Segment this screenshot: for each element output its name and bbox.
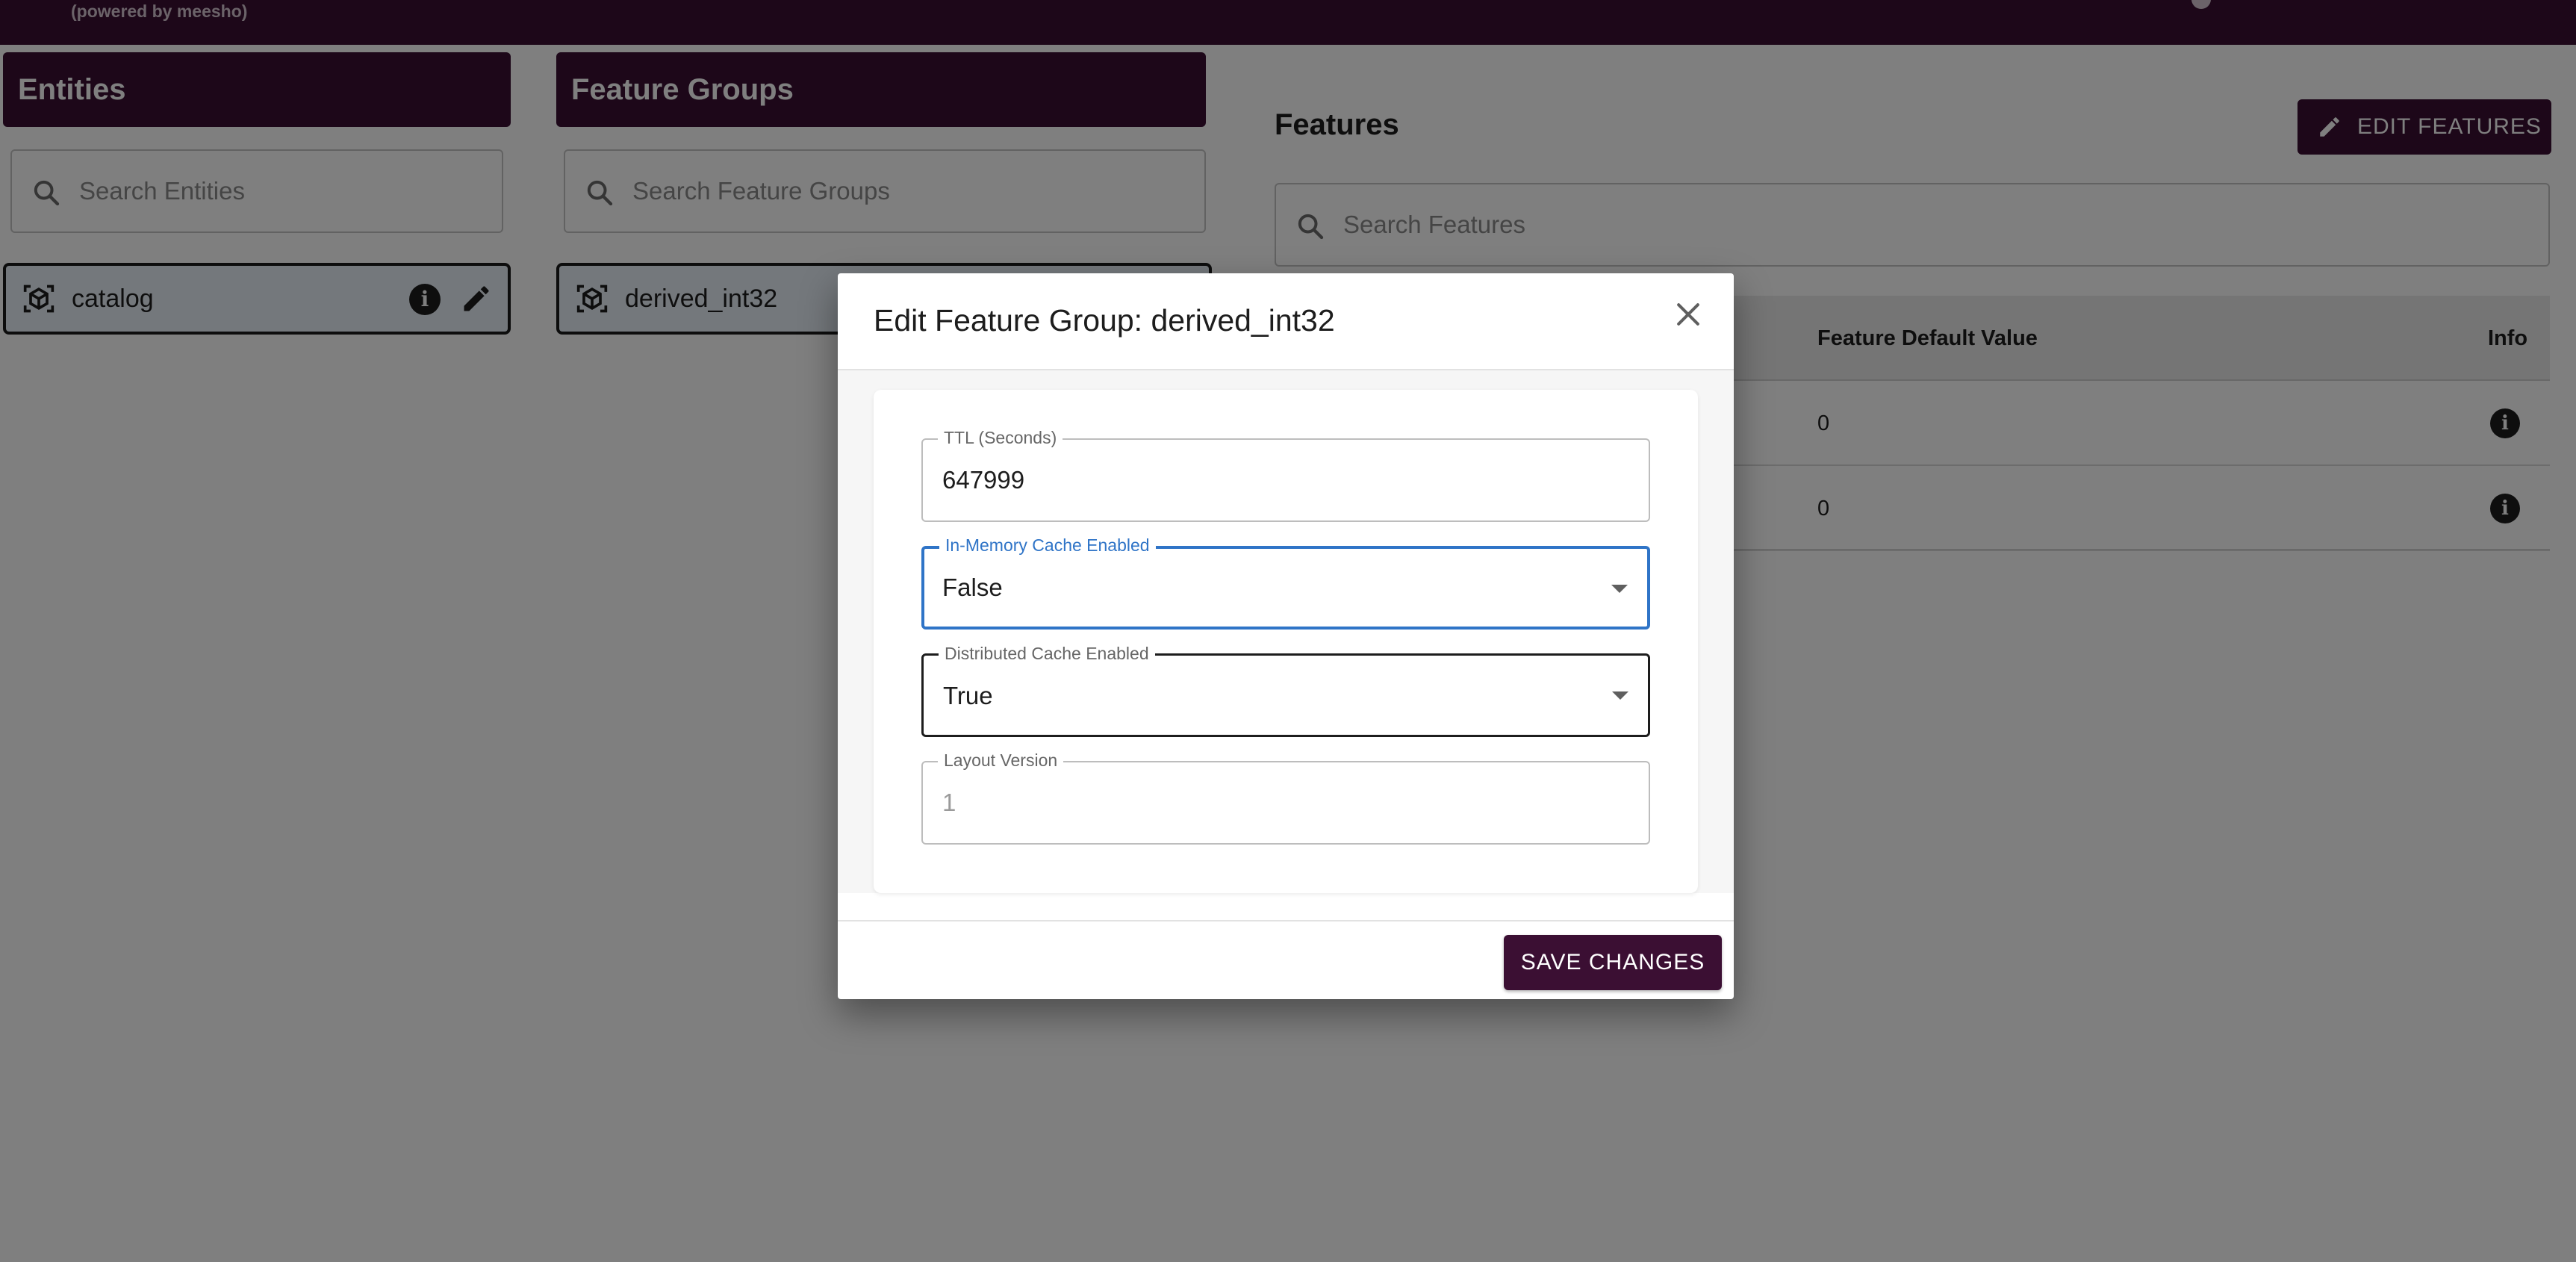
ttl-seconds-field[interactable]: TTL (Seconds) 647999 <box>921 428 1650 522</box>
dialog-body: TTL (Seconds) 647999 In-Memory Cache Ena… <box>838 370 1734 893</box>
distributed-cache-value: True <box>943 682 993 709</box>
dropdown-arrow-icon[interactable] <box>1612 691 1628 700</box>
layout-version-value: 1 <box>942 789 956 816</box>
dropdown-arrow-icon[interactable] <box>1611 585 1628 593</box>
dialog-title: Edit Feature Group: derived_int32 <box>874 303 1335 338</box>
close-icon[interactable] <box>1672 298 1705 331</box>
in-memory-cache-select[interactable]: In-Memory Cache Enabled False <box>921 535 1650 630</box>
ttl-seconds-value: 647999 <box>942 466 1025 494</box>
layout-version-field: Layout Version 1 <box>921 750 1650 845</box>
in-memory-cache-value: False <box>942 574 1003 601</box>
edit-feature-group-dialog: Edit Feature Group: derived_int32 TTL (S… <box>838 273 1734 999</box>
save-changes-button[interactable]: SAVE CHANGES <box>1504 935 1722 990</box>
layout-version-label: Layout Version <box>938 750 1064 771</box>
divider <box>838 920 1734 921</box>
form-card: TTL (Seconds) 647999 In-Memory Cache Ena… <box>874 390 1698 893</box>
distributed-cache-select[interactable]: Distributed Cache Enabled True <box>921 644 1650 737</box>
